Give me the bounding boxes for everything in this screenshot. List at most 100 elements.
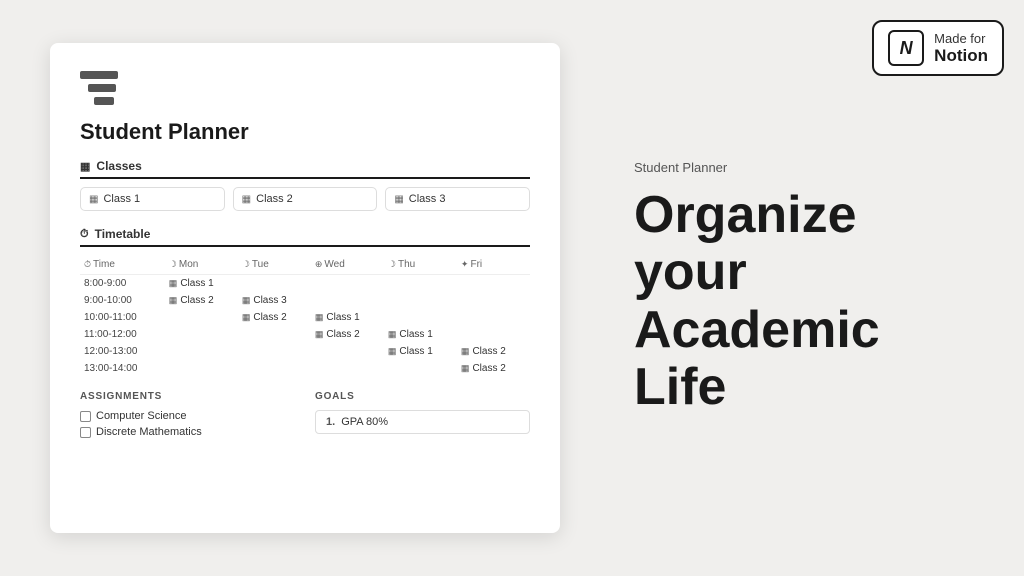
class-tag: ▦Class 2 — [242, 312, 287, 323]
class-tag: ▦Class 1 — [388, 329, 433, 340]
col-tue: ☽Tue — [238, 255, 311, 275]
cell-thu: ▦Class 1 — [384, 326, 457, 343]
cell-fri: ▦Class 2 — [457, 343, 530, 360]
col-wed: ⊕Wed — [311, 255, 384, 275]
class-tag-icon: ▦ — [388, 346, 397, 357]
class-tag-icon: ▦ — [315, 329, 324, 340]
class3-name: Class 3 — [409, 193, 446, 205]
col-mon: ☽Mon — [165, 255, 238, 275]
assignment-label-1: Computer Science — [96, 410, 187, 422]
assignments-col: ASSIGNMENTS Computer Science Discrete Ma… — [80, 391, 295, 442]
classes-icon: ▦ — [80, 160, 90, 173]
class-tag: ▦Class 2 — [461, 363, 506, 374]
goal-text-1: GPA 80% — [341, 416, 388, 428]
goals-col: GOALS 1. GPA 80% — [315, 391, 530, 442]
cell-fri — [457, 275, 530, 293]
classes-section-header: ▦ Classes — [80, 159, 530, 179]
class2-name: Class 2 — [256, 193, 293, 205]
checkbox-1[interactable] — [80, 411, 91, 422]
classes-row: ▦ Class 1 ▦ Class 2 ▦ Class 3 — [80, 187, 530, 211]
class-tag-icon: ▦ — [461, 346, 470, 357]
right-panel: Student Planner Organize your Academic L… — [584, 0, 1024, 576]
timetable-section-header: ⏱ Timetable — [80, 227, 530, 247]
timetable-section: ⏱ Timetable ⏱Time ☽Mon ☽Tue ⊕Wed ☽Thu ✦F… — [80, 227, 530, 377]
class-tag: ▦Class 2 — [461, 346, 506, 357]
bottom-section: ASSIGNMENTS Computer Science Discrete Ma… — [80, 391, 530, 442]
right-title-line1: Organize your — [634, 187, 974, 301]
cell-thu: ▦Class 1 — [384, 343, 457, 360]
cell-wed: ▦Class 1 — [311, 309, 384, 326]
cell-mon: ▦Class 2 — [165, 292, 238, 309]
class1-name: Class 1 — [103, 193, 140, 205]
doc-title: Student Planner — [80, 119, 530, 145]
checkbox-2[interactable] — [80, 427, 91, 438]
logo-bar-2 — [88, 84, 116, 92]
cell-tue — [238, 275, 311, 293]
cell-time: 12:00-13:00 — [80, 343, 165, 360]
col-thu: ☽Thu — [384, 255, 457, 275]
class-card-2[interactable]: ▦ Class 2 — [233, 187, 378, 211]
logo-bar-3 — [94, 97, 114, 105]
logo-bars — [80, 71, 530, 105]
table-row: 11:00-12:00 ▦Class 2 ▦Class 1 — [80, 326, 530, 343]
class-tag: ▦Class 1 — [388, 346, 433, 357]
cell-mon — [165, 343, 238, 360]
cell-wed — [311, 275, 384, 293]
table-row: 9:00-10:00 ▦Class 2 ▦Class 3 — [80, 292, 530, 309]
right-subtitle: Student Planner — [634, 160, 974, 175]
class-tag-icon: ▦ — [169, 295, 178, 306]
table-row: 8:00-9:00 ▦Class 1 — [80, 275, 530, 293]
class-tag-icon: ▦ — [169, 278, 178, 289]
goal-item-1: 1. GPA 80% — [315, 410, 530, 434]
classes-label: Classes — [96, 159, 141, 173]
class3-icon: ▦ — [394, 194, 403, 205]
class-tag: ▦Class 3 — [242, 295, 287, 306]
cell-tue — [238, 360, 311, 377]
cell-time: 8:00-9:00 — [80, 275, 165, 293]
table-row: 12:00-13:00 ▦Class 1 ▦Class 2 — [80, 343, 530, 360]
cell-mon: ▦Class 1 — [165, 275, 238, 293]
class-card-3[interactable]: ▦ Class 3 — [385, 187, 530, 211]
cell-fri — [457, 326, 530, 343]
cell-fri — [457, 309, 530, 326]
cell-wed — [311, 292, 384, 309]
logo-bar-1 — [80, 71, 118, 79]
cell-wed: ▦Class 2 — [311, 326, 384, 343]
class2-icon: ▦ — [242, 194, 251, 205]
class-tag-icon: ▦ — [242, 295, 251, 306]
class-tag: ▦Class 1 — [169, 278, 214, 289]
timetable-label: Timetable — [95, 227, 151, 241]
right-title: Organize your Academic Life — [634, 187, 974, 416]
goal-num-1: 1. — [326, 416, 335, 428]
cell-time: 11:00-12:00 — [80, 326, 165, 343]
cell-tue — [238, 343, 311, 360]
class-tag-icon: ▦ — [388, 329, 397, 340]
cell-wed — [311, 360, 384, 377]
cell-mon — [165, 326, 238, 343]
col-fri: ✦Fri — [457, 255, 530, 275]
cell-thu — [384, 309, 457, 326]
class-tag-icon: ▦ — [242, 312, 251, 323]
col-time: ⏱Time — [80, 255, 165, 275]
goals-title: GOALS — [315, 391, 530, 402]
cell-tue: ▦Class 3 — [238, 292, 311, 309]
cell-thu — [384, 292, 457, 309]
assignments-title: ASSIGNMENTS — [80, 391, 295, 402]
timetable-grid: ⏱Time ☽Mon ☽Tue ⊕Wed ☽Thu ✦Fri 8:00-9:00… — [80, 255, 530, 377]
table-row: 10:00-11:00 ▦Class 2 ▦Class 1 — [80, 309, 530, 326]
cell-time: 9:00-10:00 — [80, 292, 165, 309]
cell-time: 13:00-14:00 — [80, 360, 165, 377]
cell-time: 10:00-11:00 — [80, 309, 165, 326]
cell-fri — [457, 292, 530, 309]
assignment-item-2: Discrete Mathematics — [80, 426, 295, 438]
cell-thu — [384, 275, 457, 293]
cell-mon — [165, 309, 238, 326]
class-tag: ▦Class 1 — [315, 312, 360, 323]
cell-wed — [311, 343, 384, 360]
assignment-label-2: Discrete Mathematics — [96, 426, 202, 438]
class-card-1[interactable]: ▦ Class 1 — [80, 187, 225, 211]
class-tag: ▦Class 2 — [169, 295, 214, 306]
class1-icon: ▦ — [89, 194, 98, 205]
cell-mon — [165, 360, 238, 377]
right-title-line2: Academic Life — [634, 302, 974, 416]
